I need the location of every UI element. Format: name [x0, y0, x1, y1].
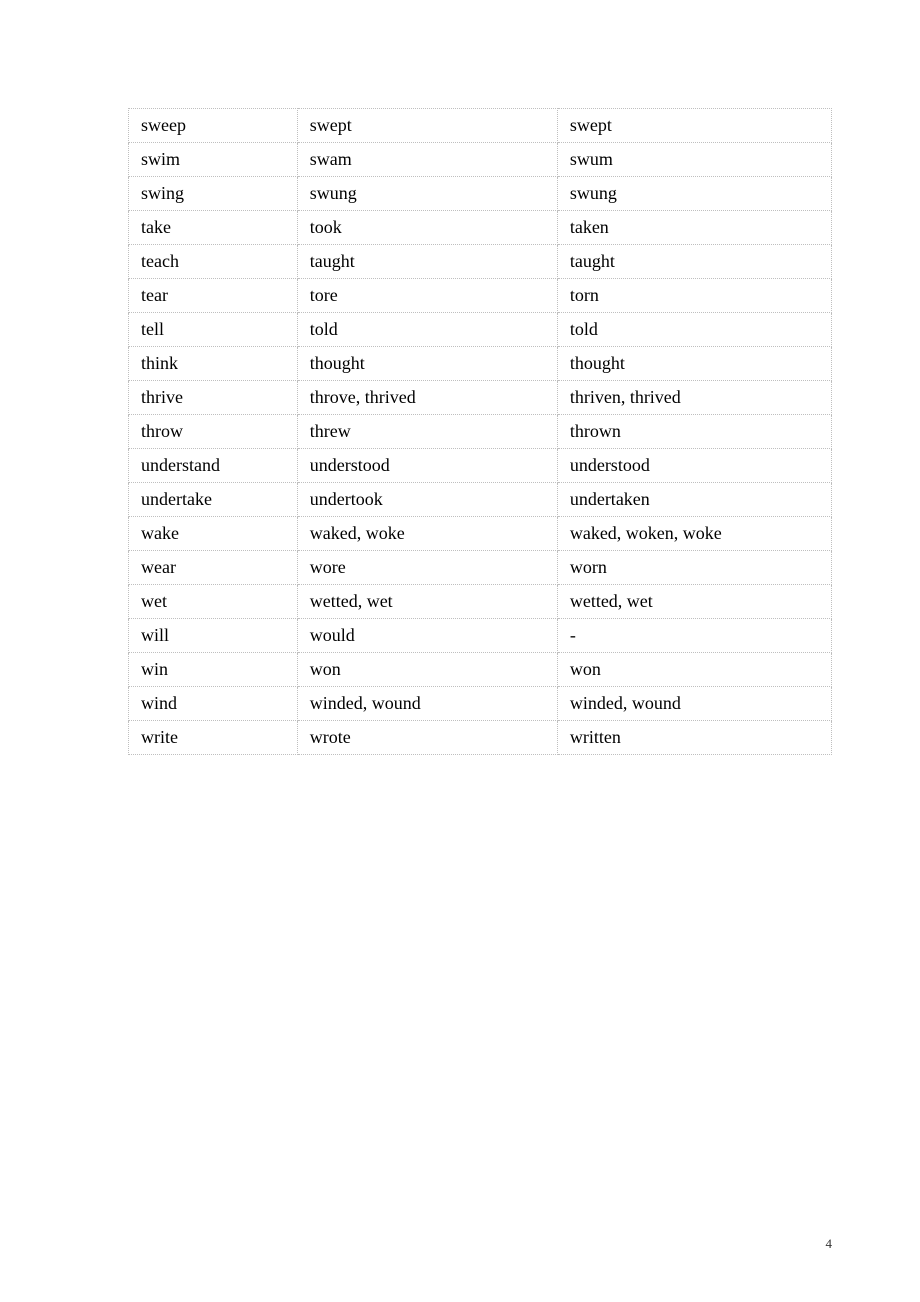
table-cell: swing: [129, 177, 298, 211]
table-row: thrivethrove, thrivedthriven, thrived: [129, 381, 832, 415]
table-cell: written: [557, 721, 831, 755]
table-row: wearworeworn: [129, 551, 832, 585]
table-row: swingswungswung: [129, 177, 832, 211]
table-cell: throve, thrived: [297, 381, 557, 415]
table-cell: wake: [129, 517, 298, 551]
table-cell: taken: [557, 211, 831, 245]
table-cell: taught: [297, 245, 557, 279]
table-row: teartoretorn: [129, 279, 832, 313]
table-cell: swept: [557, 109, 831, 143]
table-cell: swung: [297, 177, 557, 211]
table-cell: think: [129, 347, 298, 381]
table-row: wetwetted, wetwetted, wet: [129, 585, 832, 619]
table-row: winwonwon: [129, 653, 832, 687]
table-cell: understood: [297, 449, 557, 483]
table-cell: winded, wound: [557, 687, 831, 721]
table-cell: win: [129, 653, 298, 687]
verb-table: sweepsweptsweptswimswamswumswingswungswu…: [128, 108, 832, 755]
table-cell: thrown: [557, 415, 831, 449]
table-cell: undertook: [297, 483, 557, 517]
table-row: willwould-: [129, 619, 832, 653]
table-cell: thriven, thrived: [557, 381, 831, 415]
table-cell: sweep: [129, 109, 298, 143]
table-cell: write: [129, 721, 298, 755]
table-row: swimswamswum: [129, 143, 832, 177]
table-cell: thrive: [129, 381, 298, 415]
table-cell: wrote: [297, 721, 557, 755]
table-cell: swept: [297, 109, 557, 143]
table-cell: will: [129, 619, 298, 653]
table-cell: told: [557, 313, 831, 347]
table-cell: teach: [129, 245, 298, 279]
table-cell: tell: [129, 313, 298, 347]
table-cell: tear: [129, 279, 298, 313]
table-row: throwthrewthrown: [129, 415, 832, 449]
table-cell: told: [297, 313, 557, 347]
table-cell: swung: [557, 177, 831, 211]
page-number: 4: [826, 1236, 833, 1252]
table-cell: won: [297, 653, 557, 687]
table-cell: worn: [557, 551, 831, 585]
table-row: understandunderstoodunderstood: [129, 449, 832, 483]
table-cell: threw: [297, 415, 557, 449]
table-cell: wind: [129, 687, 298, 721]
table-row: teachtaughttaught: [129, 245, 832, 279]
table-cell: torn: [557, 279, 831, 313]
table-cell: waked, woken, woke: [557, 517, 831, 551]
table-cell: wetted, wet: [557, 585, 831, 619]
table-cell: swum: [557, 143, 831, 177]
table-cell: winded, wound: [297, 687, 557, 721]
table-cell: taught: [557, 245, 831, 279]
table-cell: wet: [129, 585, 298, 619]
table-cell: understood: [557, 449, 831, 483]
table-row: telltoldtold: [129, 313, 832, 347]
table-cell: swam: [297, 143, 557, 177]
table-row: wakewaked, wokewaked, woken, woke: [129, 517, 832, 551]
table-cell: wear: [129, 551, 298, 585]
table-row: windwinded, woundwinded, wound: [129, 687, 832, 721]
table-cell: wetted, wet: [297, 585, 557, 619]
table-cell: undertaken: [557, 483, 831, 517]
table-cell: throw: [129, 415, 298, 449]
table-row: sweepsweptswept: [129, 109, 832, 143]
table-cell: undertake: [129, 483, 298, 517]
verb-table-body: sweepsweptsweptswimswamswumswingswungswu…: [129, 109, 832, 755]
table-cell: understand: [129, 449, 298, 483]
table-cell: tore: [297, 279, 557, 313]
table-row: taketooktaken: [129, 211, 832, 245]
table-cell: wore: [297, 551, 557, 585]
table-cell: thought: [557, 347, 831, 381]
table-row: writewrotewritten: [129, 721, 832, 755]
table-cell: won: [557, 653, 831, 687]
table-row: undertakeundertookundertaken: [129, 483, 832, 517]
table-cell: -: [557, 619, 831, 653]
table-cell: swim: [129, 143, 298, 177]
table-row: thinkthoughtthought: [129, 347, 832, 381]
table-cell: waked, woke: [297, 517, 557, 551]
table-cell: take: [129, 211, 298, 245]
table-cell: took: [297, 211, 557, 245]
table-cell: thought: [297, 347, 557, 381]
table-cell: would: [297, 619, 557, 653]
